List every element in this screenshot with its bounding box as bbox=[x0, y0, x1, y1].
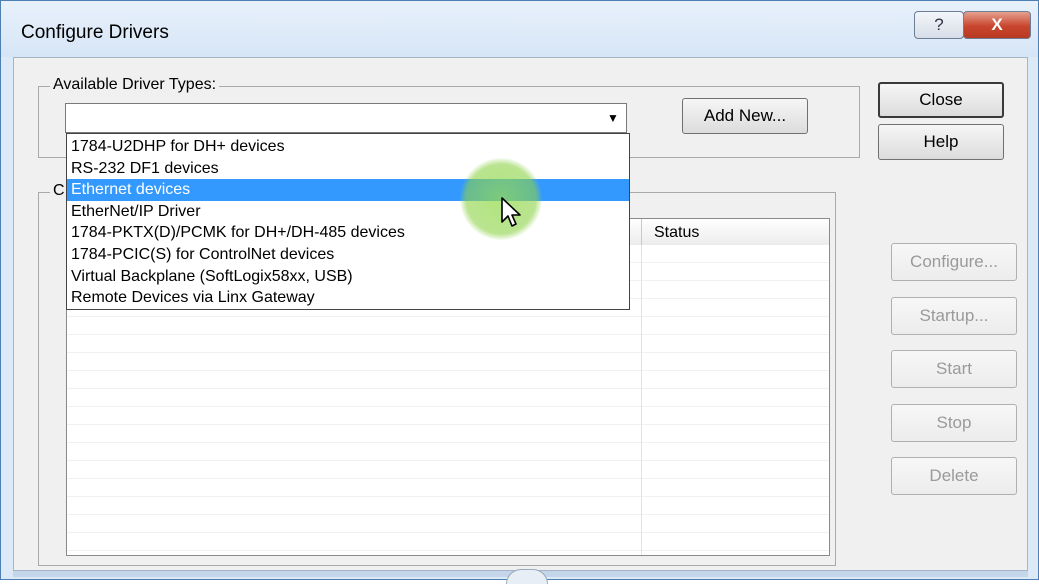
dropdown-item[interactable]: Remote Devices via Linx Gateway bbox=[67, 287, 629, 309]
close-button[interactable]: Close bbox=[878, 82, 1004, 118]
start-button[interactable]: Start bbox=[891, 350, 1017, 388]
dropdown-item[interactable]: RS-232 DF1 devices bbox=[67, 158, 629, 180]
dropdown-item[interactable]: EtherNet/IP Driver bbox=[67, 201, 629, 223]
available-driver-types-label: Available Driver Types: bbox=[50, 76, 220, 94]
column-header-status[interactable]: Status bbox=[641, 219, 829, 245]
close-window-button[interactable]: X bbox=[963, 11, 1031, 39]
combo-dropdown-button[interactable]: ▼ bbox=[600, 104, 626, 132]
dropdown-item[interactable]: 1784-PKTX(D)/PCMK for DH+/DH-485 devices bbox=[67, 222, 629, 244]
dropdown-item[interactable]: Virtual Backplane (SoftLogix58xx, USB) bbox=[67, 266, 629, 288]
dropdown-item[interactable]: 1784-U2DHP for DH+ devices bbox=[67, 136, 629, 158]
window-title: Configure Drivers bbox=[21, 22, 169, 43]
mouse-cursor-icon bbox=[501, 197, 521, 227]
dropdown-item[interactable]: 1784-PCIC(S) for ControlNet devices bbox=[67, 244, 629, 266]
configure-button[interactable]: Configure... bbox=[891, 243, 1017, 281]
configure-drivers-window: Configure Drivers ? X Available Driver T… bbox=[0, 0, 1039, 584]
question-mark-icon: ? bbox=[934, 15, 944, 34]
chevron-down-icon: ▼ bbox=[607, 111, 619, 125]
stop-button[interactable]: Stop bbox=[891, 404, 1017, 442]
column-divider bbox=[641, 245, 642, 555]
title-bar[interactable]: Configure Drivers ? X bbox=[1, 1, 1038, 57]
dialog-client-area: Available Driver Types: ▼ Add New... C S… bbox=[13, 57, 1028, 571]
help-title-button[interactable]: ? bbox=[914, 11, 964, 39]
startup-button[interactable]: Startup... bbox=[891, 297, 1017, 335]
driver-type-combobox[interactable]: ▼ bbox=[65, 103, 627, 133]
driver-type-dropdown-list[interactable]: 1784-U2DHP for DH+ devices RS-232 DF1 de… bbox=[66, 133, 630, 310]
close-icon: X bbox=[991, 15, 1003, 34]
add-new-button[interactable]: Add New... bbox=[682, 98, 808, 134]
dropdown-item-selected[interactable]: Ethernet devices bbox=[67, 179, 629, 201]
help-button[interactable]: Help bbox=[878, 124, 1004, 160]
taskbar-edge bbox=[506, 569, 548, 584]
delete-button[interactable]: Delete bbox=[891, 457, 1017, 495]
configured-drivers-label: C bbox=[50, 182, 68, 200]
